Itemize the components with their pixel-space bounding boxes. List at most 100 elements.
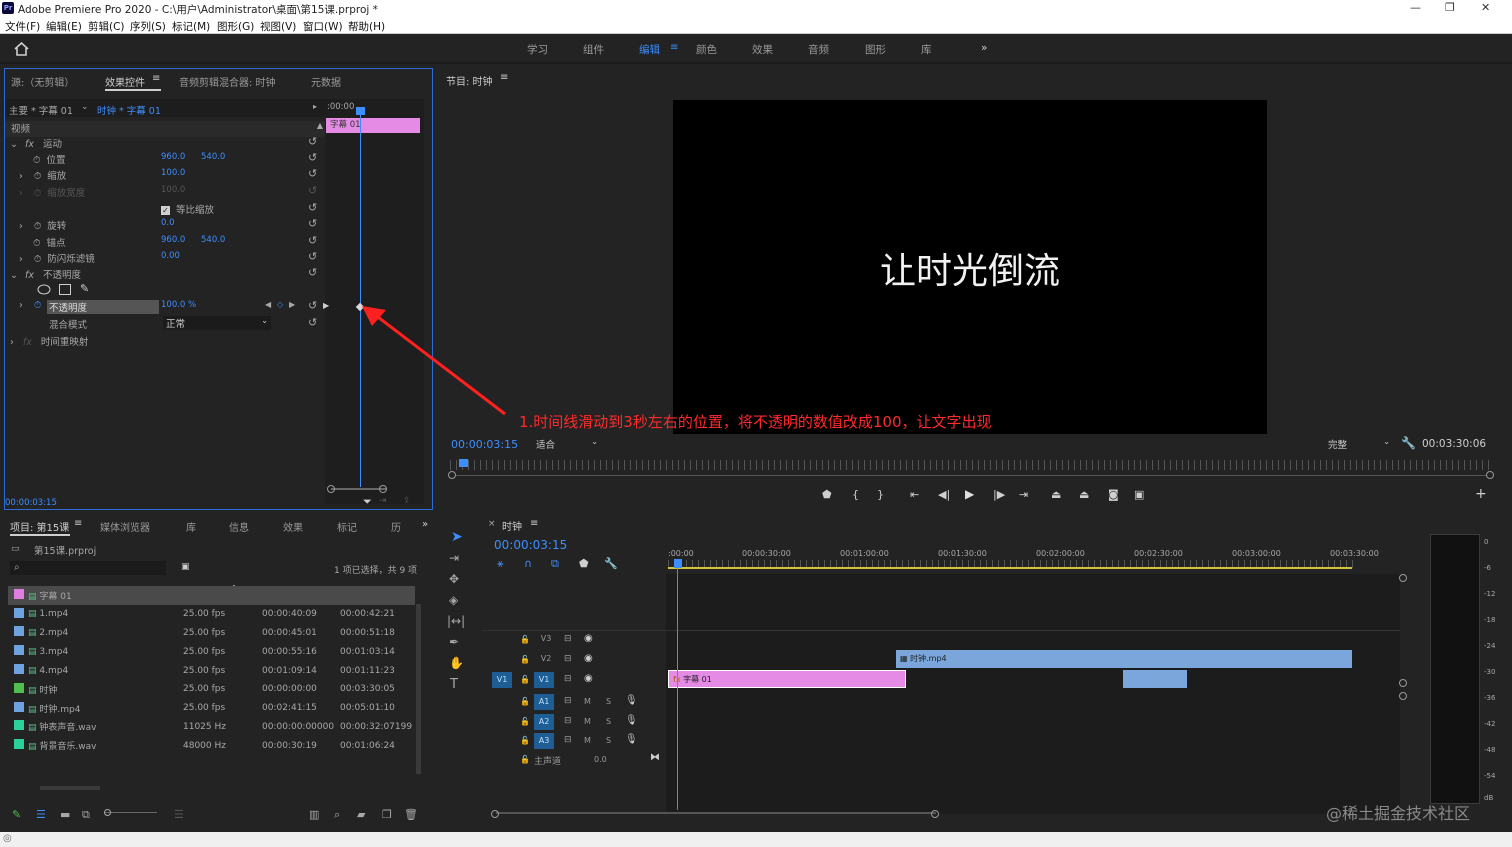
master-volume-value[interactable]: 0.0 [594, 755, 607, 764]
program-timecode[interactable]: 00:00:03:15 [451, 438, 518, 451]
sync-lock-icon[interactable]: ⊟ [564, 654, 572, 664]
mute-button[interactable]: M [584, 736, 591, 745]
find-icon[interactable]: ⌕ [334, 808, 340, 822]
reset-scale-icon[interactable]: ↺ [308, 167, 317, 180]
step-back-icon[interactable]: ◀| [938, 488, 950, 501]
eye-icon[interactable]: ◉ [584, 673, 593, 684]
project-row[interactable]: ▤ 字幕 01 [8, 586, 415, 605]
track-label-a3[interactable]: A3 [534, 733, 554, 749]
eye-icon[interactable]: ◉ [584, 653, 593, 664]
flicker-value[interactable]: 0.00 [161, 251, 180, 261]
timeline-hscrollbar[interactable] [496, 812, 936, 814]
zoom-handle-right[interactable] [379, 485, 387, 493]
tab-info[interactable]: 信息 [229, 519, 249, 534]
master-clip-label[interactable]: 主要 * 字幕 01 [9, 103, 73, 117]
clip-v1-video-segments[interactable] [1123, 670, 1187, 688]
timeline-settings-icon[interactable]: 🔧 [604, 557, 618, 570]
mini-playhead-line[interactable] [360, 109, 361, 487]
tab-effect-controls[interactable]: 效果控件 [105, 74, 145, 89]
label-color-swatch[interactable] [14, 588, 24, 599]
slip-tool-icon[interactable]: |↔| [447, 614, 465, 628]
program-video-frame[interactable]: 让时光倒流 [673, 100, 1267, 434]
vscroll-handle-mid[interactable] [1399, 679, 1407, 687]
microphone-icon[interactable]: 🎙 [625, 715, 638, 726]
menu-window[interactable]: 窗口(W) [303, 19, 343, 34]
automate-sequence-icon[interactable]: ▥ [309, 808, 319, 821]
panel-menu-icon[interactable]: ≡ [530, 518, 538, 529]
reset-position-icon[interactable]: ↺ [308, 151, 317, 164]
hand-tool-icon[interactable]: ✋ [449, 656, 464, 670]
stopwatch-icon[interactable]: ⏱ [34, 171, 41, 182]
label-color-swatch[interactable] [14, 720, 24, 731]
nest-icon[interactable]: ⚹ [497, 557, 504, 571]
pen-mask-icon[interactable]: ✎ [80, 282, 89, 295]
snap-icon[interactable]: ∩ [524, 557, 532, 570]
project-search-input[interactable] [10, 561, 166, 575]
solo-button[interactable]: S [606, 717, 611, 726]
quality-dropdown[interactable]: 完整 ⌄ [1328, 437, 1390, 451]
vscroll-handle-bottom[interactable] [1399, 692, 1407, 700]
timeline-playhead-line[interactable] [677, 568, 678, 810]
lock-icon[interactable]: 🔓 [520, 717, 530, 726]
time-remap-expand-icon[interactable]: › [10, 337, 14, 348]
project-row[interactable]: ▤ 4.mp4 25.00 fps 00:01:09:14 00:01:11:23 [8, 661, 415, 680]
workspace-audio[interactable]: 音频 [808, 42, 829, 57]
solo-button[interactable]: S [606, 736, 611, 745]
workspace-menu-icon[interactable]: ≡ [670, 42, 678, 53]
menu-clip[interactable]: 剪辑(C) [88, 19, 125, 34]
workspace-more-button[interactable]: » [981, 42, 987, 54]
reset-rotation-icon[interactable]: ↺ [308, 217, 317, 230]
camera-icon[interactable]: ◙ [1108, 488, 1119, 501]
new-bin-search-icon[interactable]: ▣ [181, 562, 190, 572]
eye-icon[interactable]: ◉ [584, 633, 593, 644]
label-color-swatch[interactable] [14, 739, 24, 750]
lock-icon[interactable]: 🔓 [520, 675, 530, 684]
blend-mode-dropdown[interactable]: 正常 ⌄ [163, 316, 271, 330]
type-tool-icon[interactable]: T [450, 677, 458, 692]
timeline-zoom-right[interactable] [931, 810, 939, 818]
step-forward-icon[interactable]: |▶ [993, 488, 1005, 501]
reset-opacity-group-icon[interactable]: ↺ [308, 266, 317, 279]
panel-menu-icon[interactable]: ≡ [500, 72, 508, 83]
next-keyframe-icon[interactable]: ▶ [289, 300, 295, 309]
project-row[interactable]: ▤ 时钟.mp4 25.00 fps 00:02:41:15 00:05:01:10 [8, 699, 415, 718]
tab-menu-icon[interactable]: ≡ [152, 73, 160, 84]
mini-clip-bar[interactable]: 字幕 01 [326, 118, 420, 133]
wrench-icon[interactable]: 🔧 [1401, 436, 1416, 450]
extract-icon[interactable]: ⏏ [1079, 488, 1089, 501]
add-button-icon[interactable]: + [1475, 486, 1487, 502]
uniform-scale-checkbox[interactable]: ✓ [161, 206, 170, 215]
close-button[interactable]: ✕ [1481, 1, 1490, 14]
label-color-swatch[interactable] [14, 682, 24, 693]
workspace-libraries[interactable]: 库 [921, 42, 932, 57]
microphone-icon[interactable]: 🎙 [625, 695, 638, 706]
stopwatch-icon[interactable]: ⏱ [33, 238, 40, 249]
work-area-bar[interactable] [668, 567, 1352, 569]
project-row[interactable]: ▤ 时钟 25.00 fps 00:00:00:00 00:03:30:05 [8, 680, 415, 699]
compare-view-icon[interactable]: ▣ [1134, 488, 1144, 501]
scale-expand-icon[interactable]: › [19, 171, 23, 182]
workspace-effects[interactable]: 效果 [752, 42, 773, 57]
tab-source[interactable]: 源:（无剪辑） [11, 74, 74, 89]
anchor-y-value[interactable]: 540.0 [201, 235, 225, 245]
zoom-slider-knob[interactable] [104, 809, 111, 816]
menu-sequence[interactable]: 序列(S) [130, 19, 166, 34]
track-select-tool-icon[interactable]: ⇥ [449, 551, 459, 565]
fit-dropdown[interactable]: 适合 ⌄ [536, 437, 598, 451]
pen-tool-icon[interactable]: ✒ [449, 635, 459, 649]
track-label-v2[interactable]: V2 [538, 654, 554, 663]
track-area[interactable] [666, 574, 1400, 814]
project-row[interactable]: ▤ 背景音乐.wav 48000 Hz 00:00:30:19 00:01:06:24 [8, 736, 415, 755]
clip-v2-clock-mp4[interactable]: ▦ 时钟.mp4 [896, 650, 1352, 668]
project-row[interactable]: ▤ 钟表声音.wav 11025 Hz 00:00:00:00000 00:00:32… [8, 718, 415, 737]
mark-in-icon[interactable]: { [852, 488, 859, 501]
label-color-swatch[interactable] [14, 645, 24, 656]
track-label-v1[interactable]: V1 [534, 672, 554, 688]
go-to-in-icon[interactable]: ⇤ [910, 488, 919, 501]
sequence-clip-label[interactable]: 时钟 * 字幕 01 [97, 103, 161, 117]
icon-view-icon[interactable]: ▬ [60, 808, 70, 821]
zoom-handle-left[interactable] [327, 485, 335, 493]
reset-anchor-icon[interactable]: ↺ [308, 234, 317, 247]
mute-button[interactable]: M [584, 717, 591, 726]
ec-timecode[interactable]: 00:00:03:15 [5, 498, 57, 508]
